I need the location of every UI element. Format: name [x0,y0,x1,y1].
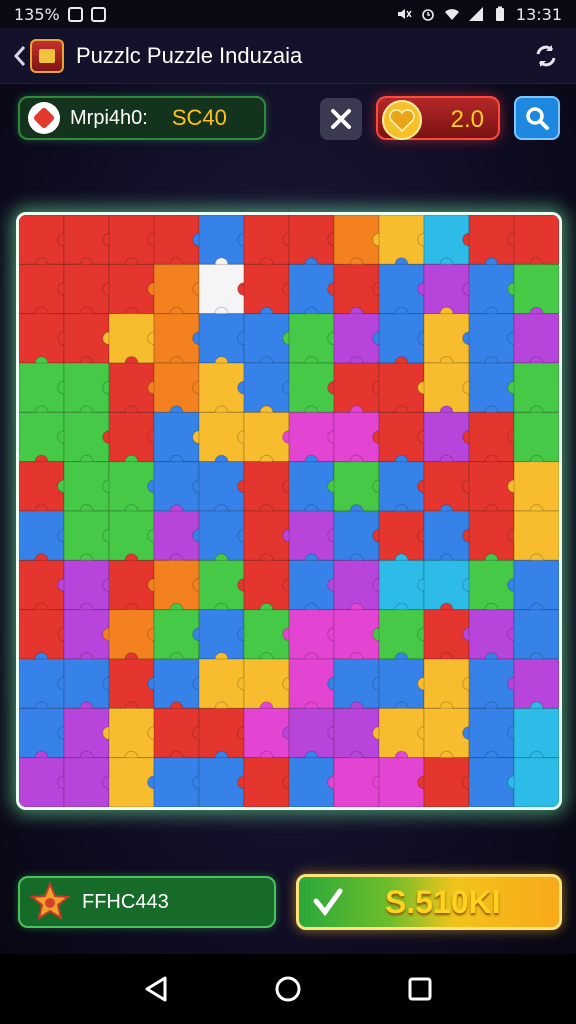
back-button[interactable] [14,38,64,73]
puzzle-grid[interactable] [19,215,559,807]
mute-icon [397,9,412,19]
battery-icon [495,6,504,21]
coins-value: S.510KI [385,883,501,920]
level-code: FFHC443 [82,890,169,913]
refresh-icon [536,44,556,67]
close-button[interactable] [320,98,362,140]
wifi-icon [444,9,459,20]
back-triangle-icon [145,976,167,1002]
score-label: Mrpi4h0: [70,106,148,129]
bottom-bar: FFHC443 S.510KI [0,870,576,934]
alarm-icon [422,9,434,21]
battery-percent: 135% [14,4,60,24]
level-panel: FFHC443 [18,876,276,928]
app-screen: 135% 13:31 Puzzlc Puzzle Induzaia Mrpi4h… [0,0,576,1024]
recents-square-icon [408,977,432,1001]
nav-home-button[interactable] [268,969,308,1009]
app-header: Puzzlc Puzzle Induzaia [0,28,576,84]
puzzle-board[interactable] [16,212,562,810]
close-icon [331,109,351,129]
puzzle-piece-icon [28,102,60,134]
notification-box-icon [90,6,106,22]
search-icon [526,107,549,130]
status-bar: 135% 13:31 [0,0,576,28]
score-value: SC40 [171,105,227,130]
notification-box-icon [67,6,83,22]
home-circle-icon [275,976,301,1002]
confirm-coins-button[interactable]: S.510KI [296,874,562,930]
nav-back-button[interactable] [136,969,176,1009]
refresh-button[interactable] [530,40,562,72]
page-title: Puzzlc Puzzle Induzaia [76,42,303,68]
board-gloss [19,215,559,807]
lives-panel: 2.0 [376,96,500,140]
clock: 13:31 [515,4,562,24]
nav-recents-button[interactable] [400,969,440,1009]
check-icon [313,888,343,917]
lives-value: 2.0 [450,106,484,133]
system-nav-bar [0,954,576,1024]
score-panel: Mrpi4h0: SC40 [18,96,266,140]
signal-icon [468,7,483,21]
star-icon [30,882,70,921]
search-button[interactable] [514,96,560,140]
back-arrow-icon [14,45,26,66]
top-bar: Mrpi4h0: SC40 2.0 [0,90,576,146]
app-logo-icon [30,38,64,73]
heart-icon [382,100,422,140]
